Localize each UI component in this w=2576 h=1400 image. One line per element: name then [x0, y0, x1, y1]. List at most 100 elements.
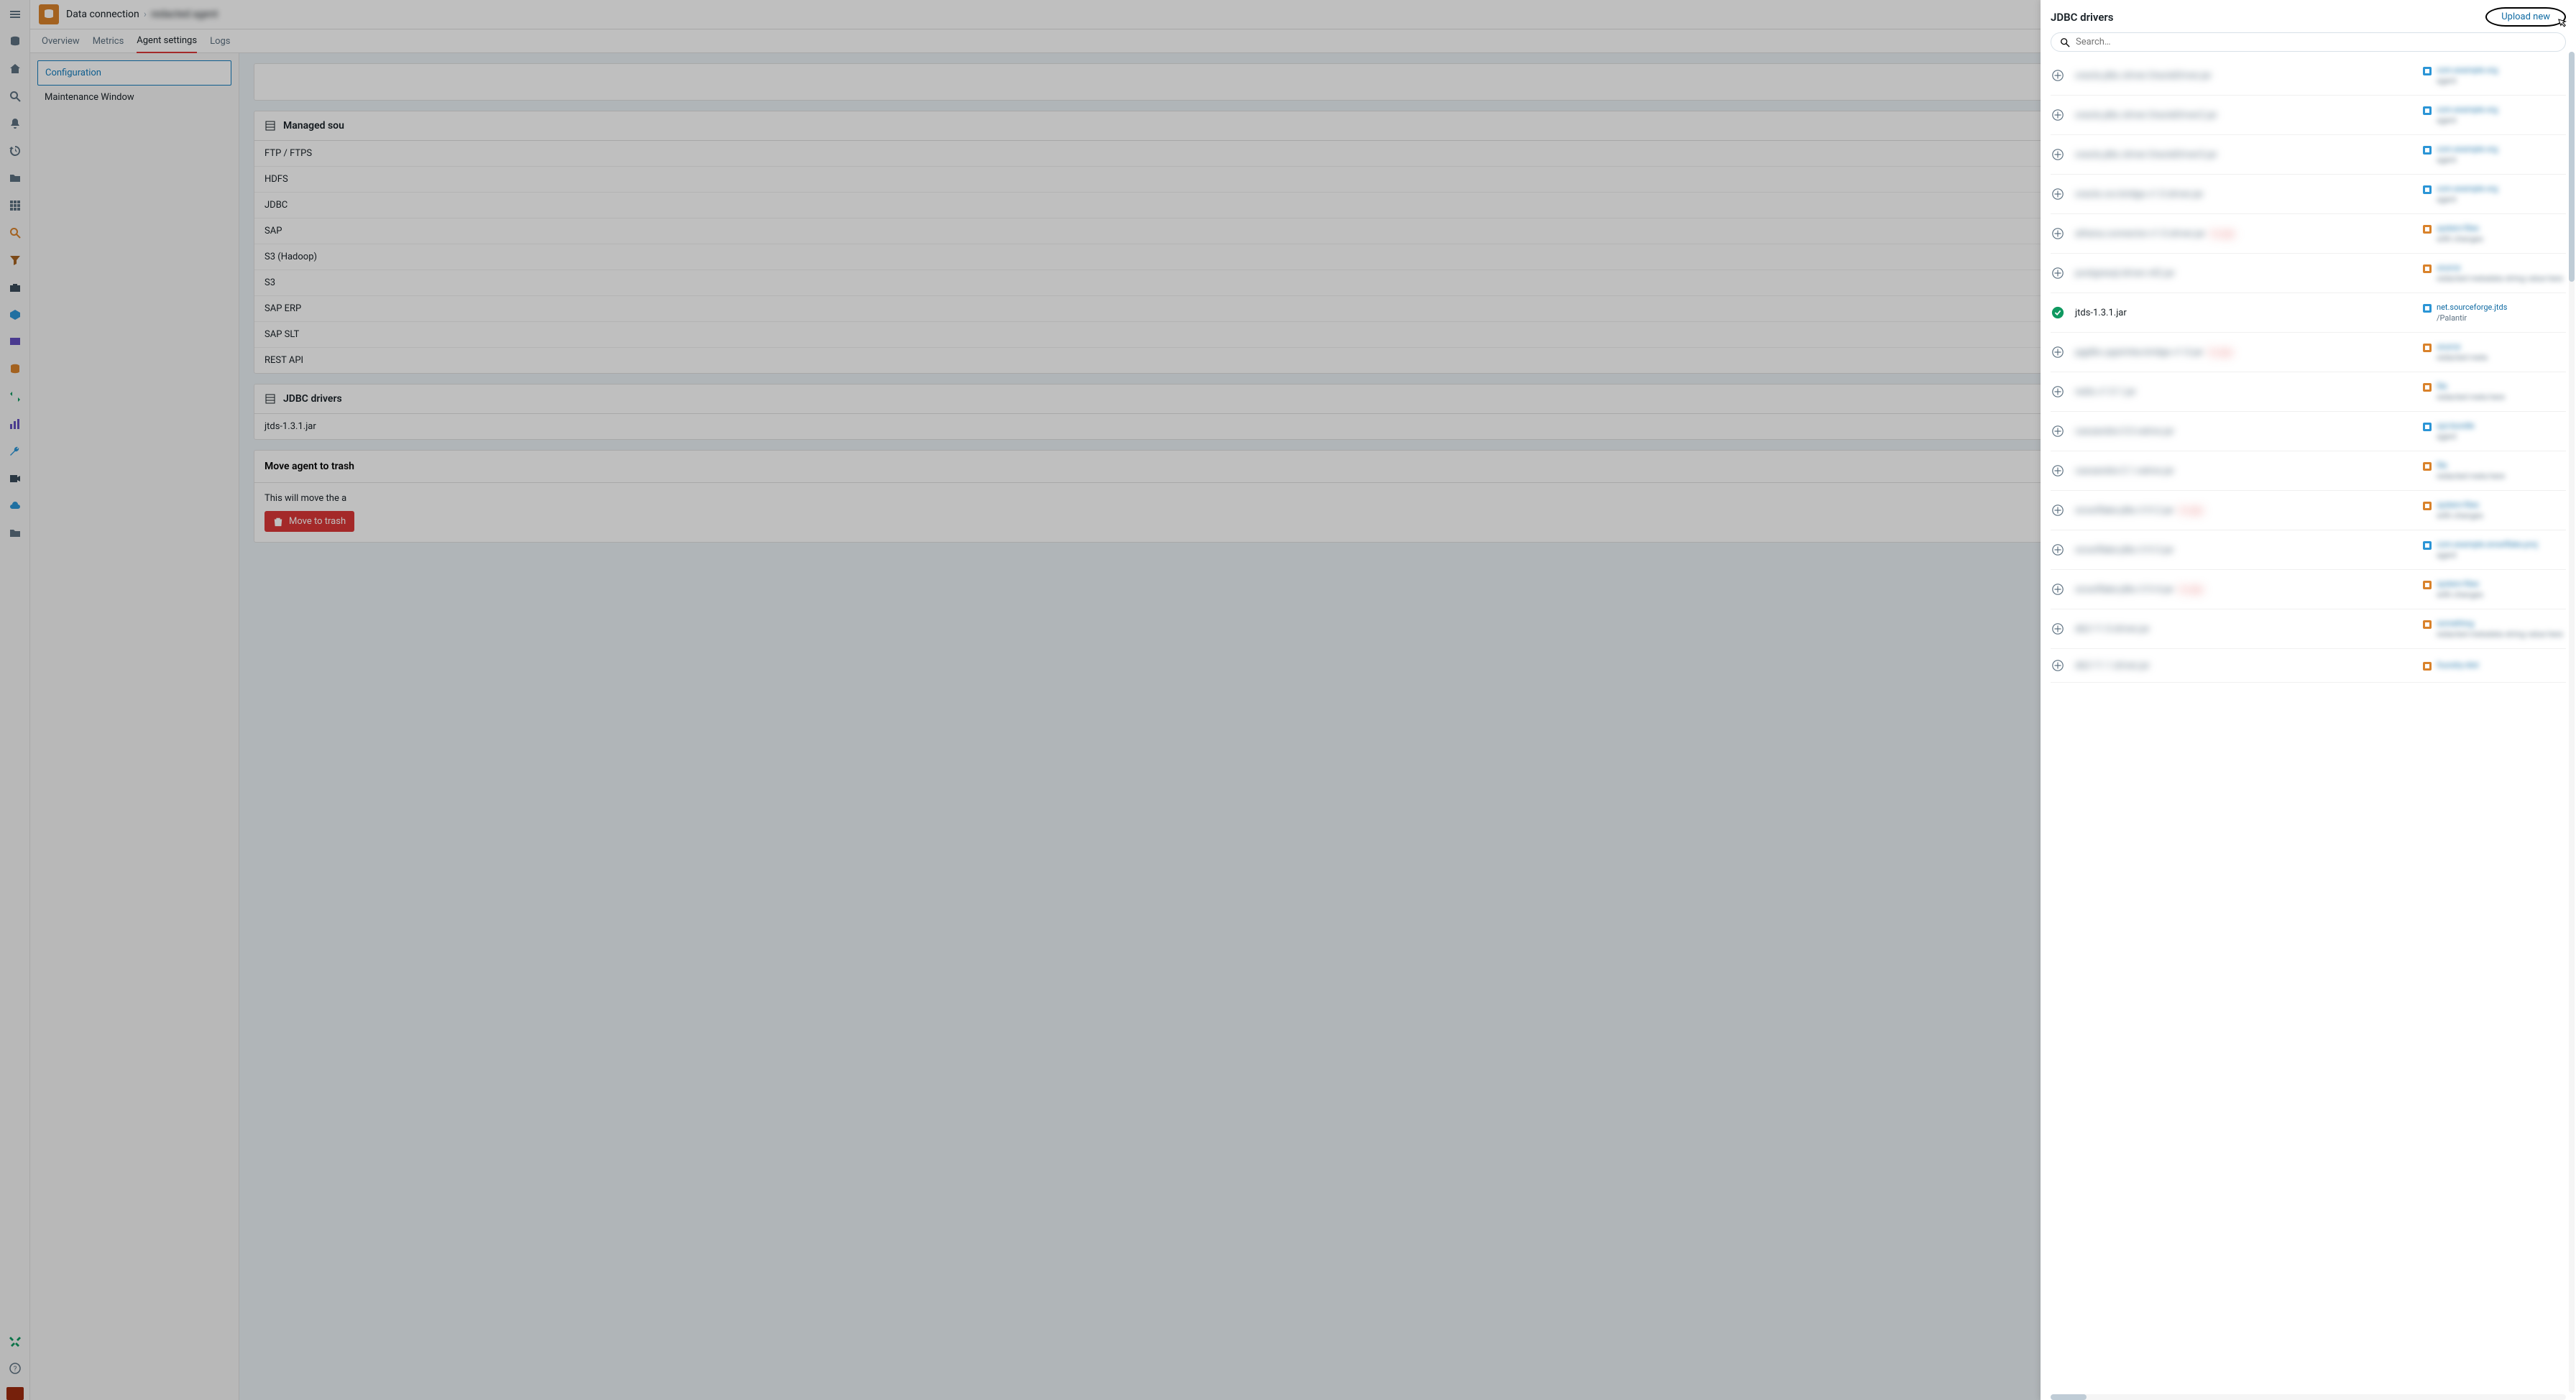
apps-icon[interactable]: [6, 197, 24, 214]
meta-icon: [2422, 501, 2432, 511]
nav-configuration[interactable]: Configuration: [37, 60, 231, 86]
driver-name: oracle.jdbc.driver.OracleDriver.jar: [2075, 70, 2412, 81]
monitor-icon[interactable]: [6, 333, 24, 351]
driver-name: athena.connector.v1.0.driver.jarIn use: [2075, 229, 2412, 239]
add-icon[interactable]: [2051, 108, 2065, 122]
cube-icon[interactable]: [6, 306, 24, 323]
move-to-trash-button[interactable]: Move to trash: [264, 511, 354, 532]
scroll-thumb[interactable]: [2569, 52, 2575, 282]
upload-new-button[interactable]: Upload new: [2485, 7, 2566, 27]
driver-row[interactable]: athena.connector.v1.0.driver.jarIn use sy…: [2051, 214, 2566, 254]
driver-row[interactable]: oracle.csv.bridge.v1.0.driver.jarcom.exa…: [2051, 175, 2566, 214]
driver-row[interactable]: db2-11.0.driver.jarsomethingredacted met…: [2051, 609, 2566, 649]
add-icon[interactable]: [2051, 384, 2065, 399]
filter-icon[interactable]: [6, 252, 24, 269]
svg-text:?: ?: [13, 1366, 17, 1373]
tab-agent-settings[interactable]: Agent settings: [137, 29, 197, 53]
meta-icon: [2422, 303, 2432, 313]
add-icon[interactable]: [2051, 582, 2065, 597]
check-icon[interactable]: [2051, 305, 2065, 320]
add-icon[interactable]: [2051, 226, 2065, 241]
driver-row[interactable]: oracle.jdbc.driver.OracleDriver.jarcom.e…: [2051, 56, 2566, 96]
driver-row[interactable]: oracle.jdbc.driver.OracleDriver3.jar com.…: [2051, 135, 2566, 175]
add-icon[interactable]: [2051, 503, 2065, 517]
folder2-icon[interactable]: [6, 525, 24, 542]
add-icon[interactable]: [2051, 187, 2065, 201]
video-icon[interactable]: [6, 470, 24, 487]
managed-sources-title: Managed sou: [283, 120, 344, 132]
menu-icon[interactable]: [6, 6, 24, 23]
nav-maintenance[interactable]: Maintenance Window: [37, 86, 231, 109]
meta-icon: [2422, 661, 2432, 671]
add-icon[interactable]: [2051, 543, 2065, 557]
tools-icon[interactable]: [6, 1332, 24, 1350]
driver-name: cassandra-3.0.native.jar: [2075, 426, 2412, 437]
driver-row[interactable]: snowflake-jdbc-3.9.2.jarIn usesystem-fil…: [2051, 491, 2566, 530]
settings-nav: Configuration Maintenance Window: [30, 53, 239, 1400]
wrench-icon[interactable]: [6, 443, 24, 460]
search-icon[interactable]: [6, 88, 24, 105]
driver-meta: somethingredacted metadata string value …: [2422, 619, 2566, 639]
driver-row[interactable]: snowflake-jdbc-3.9.4.jarIn usesystem-fil…: [2051, 570, 2566, 609]
cloud-icon[interactable]: [6, 497, 24, 515]
driver-row[interactable]: oracle.jdbc.driver.OracleDriver2.jarcom.…: [2051, 96, 2566, 135]
add-icon[interactable]: [2051, 658, 2065, 673]
driver-row[interactable]: jtds-1.3.1.jarnet.sourceforge.jtds/Palan…: [2051, 293, 2566, 333]
search-input-wrap[interactable]: [2051, 32, 2566, 52]
help-icon[interactable]: ?: [6, 1360, 24, 1377]
driver-meta: com.example.orgagent: [2422, 144, 2566, 165]
chart-icon[interactable]: [6, 415, 24, 433]
tab-metrics[interactable]: Metrics: [93, 30, 124, 52]
database-icon[interactable]: [6, 361, 24, 378]
chevron-right-icon: ›: [144, 9, 147, 20]
app-badge: [39, 4, 59, 24]
tab-logs[interactable]: Logs: [210, 30, 230, 52]
driver-meta: sourceredacted meta: [2422, 342, 2566, 362]
breadcrumb-root[interactable]: Data connection: [66, 9, 139, 20]
search-icon: [2060, 37, 2070, 47]
driver-row[interactable]: cassandra-3.1.native.jarfileredacted met…: [2051, 451, 2566, 491]
arrows-icon[interactable]: [6, 388, 24, 405]
breadcrumb-current: redacted agent: [151, 9, 218, 20]
search-field[interactable]: [2076, 37, 2557, 47]
add-icon[interactable]: [2051, 424, 2065, 438]
add-icon[interactable]: [2051, 464, 2065, 478]
add-icon[interactable]: [2051, 345, 2065, 359]
add-icon[interactable]: [2051, 68, 2065, 83]
driver-row[interactable]: snowflake-jdbc-3.9.3.jarcom.example.snow…: [2051, 530, 2566, 570]
driver-name: snowflake-jdbc-3.9.2.jarIn use: [2075, 505, 2412, 516]
driver-name: cassandra-3.1.native.jar: [2075, 466, 2412, 476]
driver-meta: sourceredacted metadata string value her…: [2422, 263, 2566, 283]
driver-meta: fileredacted meta here: [2422, 382, 2566, 402]
meta-icon: [2422, 66, 2432, 76]
search-colored-icon[interactable]: [6, 224, 24, 241]
driver-row[interactable]: redis.v1.0.1.jarfileredacted meta here: [2051, 372, 2566, 412]
user-badge[interactable]: [6, 1387, 24, 1400]
history-icon[interactable]: [6, 142, 24, 160]
jdbc-drivers-panel: JDBC drivers Upload new oracle.jdbc.driv…: [2041, 0, 2576, 1400]
briefcase-icon[interactable]: [6, 279, 24, 296]
vertical-scrollbar[interactable]: [2569, 52, 2575, 1393]
home-icon[interactable]: [6, 60, 24, 78]
folder-icon[interactable]: [6, 170, 24, 187]
horizontal-scrollbar[interactable]: [2051, 1394, 2566, 1400]
driver-row[interactable]: pgjdbc.pgsimba.bridge.v1.0.jarIn usesour…: [2051, 333, 2566, 372]
scroll-thumb[interactable]: [2051, 1394, 2087, 1400]
driver-name: postgresql.driver.v42.jar: [2075, 268, 2412, 279]
meta-icon: [2422, 540, 2432, 551]
meta-icon: [2422, 422, 2432, 432]
driver-name: oracle.jdbc.driver.OracleDriver3.jar: [2075, 149, 2412, 160]
driver-meta: system-fileswith changes: [2422, 579, 2566, 599]
driver-row[interactable]: db2-11.1.driver.jarfoundry-dist: [2051, 649, 2566, 683]
add-icon[interactable]: [2051, 622, 2065, 636]
meta-icon: [2422, 106, 2432, 116]
add-icon[interactable]: [2051, 147, 2065, 162]
bell-icon[interactable]: [6, 115, 24, 132]
driver-row[interactable]: cassandra-3.0.native.jarsys-bundleagent: [2051, 412, 2566, 451]
driver-row[interactable]: postgresql.driver.v42.jar sourceredacted …: [2051, 254, 2566, 293]
tab-overview[interactable]: Overview: [42, 30, 80, 52]
database-app-icon[interactable]: [6, 33, 24, 50]
driver-meta: com.example.snowflake.projagent: [2422, 540, 2566, 560]
driver-meta: system-fileswith changes: [2422, 224, 2566, 244]
add-icon[interactable]: [2051, 266, 2065, 280]
